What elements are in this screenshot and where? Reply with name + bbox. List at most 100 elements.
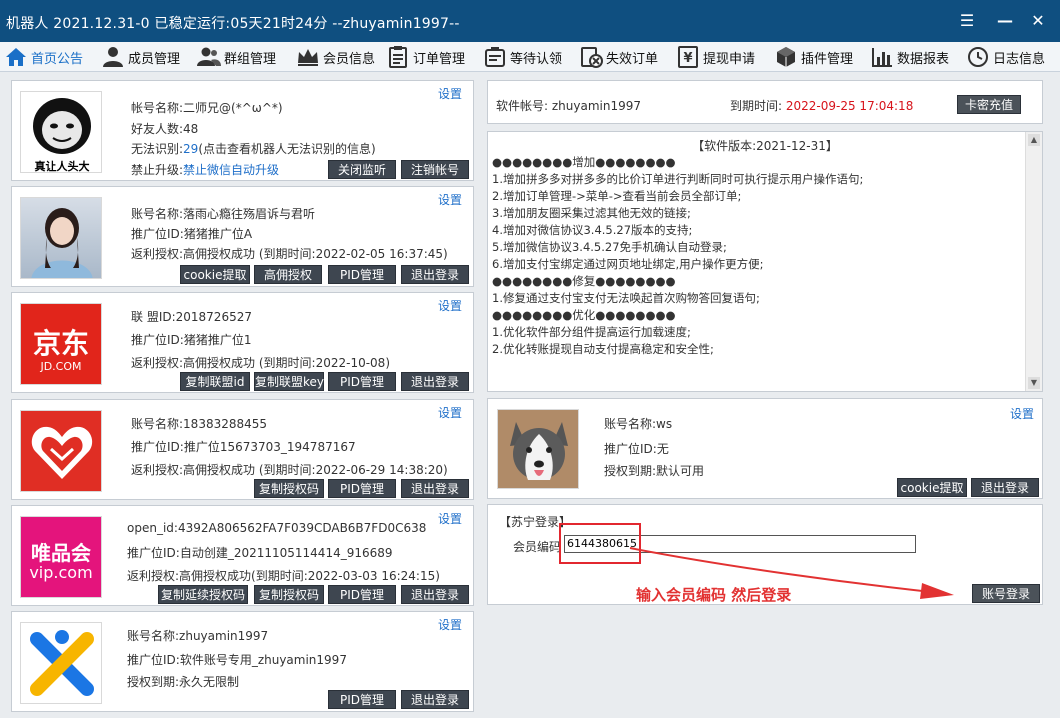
- jd-rebate-status: 返利授权:高佣授权成功 (到期时间:2022-10-08): [131, 356, 391, 370]
- taobao-avatar: [20, 197, 102, 279]
- ws-avatar: [497, 409, 579, 489]
- window-title: 机器人 2021.12.31-0 已稳定运行:05天21时24分 --zhuya…: [6, 16, 460, 32]
- unknown-label: 无法识别:: [131, 142, 184, 156]
- log-icon: [968, 47, 988, 67]
- changelog-list: ●●●●●●●●增加●●●●●●●● 1.增加拼多多对拼多多的比价订单进行判断同时…: [488, 154, 1042, 358]
- changelog-line: ●●●●●●●●修复●●●●●●●●: [492, 274, 676, 288]
- changelog-line: 1.修复通过支付宝支付无法唤起首次购物答回复语句;: [492, 291, 760, 305]
- vip-logo: 唯品会 vip.com: [20, 516, 102, 598]
- title-bar: 机器人 2021.12.31-0 已稳定运行:05天21时24分 --zhuya…: [0, 0, 1060, 42]
- logout-button[interactable]: 退出登录: [971, 478, 1039, 497]
- tab-plugins[interactable]: 插件管理: [774, 42, 853, 72]
- logout-button[interactable]: 退出登录: [401, 265, 469, 284]
- account-value: 二师兄@(*^ω^*): [183, 101, 283, 115]
- settings-link[interactable]: 设置: [1010, 405, 1034, 422]
- close-button[interactable]: ✕: [1027, 10, 1049, 32]
- software-logo: [20, 622, 102, 704]
- upgrade-link[interactable]: 禁止微信自动升级: [183, 163, 279, 177]
- scroll-down-icon[interactable]: ▼: [1028, 377, 1040, 389]
- settings-link[interactable]: 设置: [438, 85, 462, 102]
- tab-expired-orders[interactable]: 失效订单: [579, 42, 658, 72]
- settings-link[interactable]: 设置: [438, 297, 462, 314]
- copy-auth-code-button[interactable]: 复制授权码: [254, 479, 324, 498]
- changelog-line: 1.增加拼多多对拼多多的比价订单进行判断同时可执行提示用户操作语句;: [492, 172, 864, 186]
- jd-account-card: 设置 京东 JD.COM 联 盟ID:2018726527 推广位ID:猪猪推广…: [11, 292, 474, 393]
- tab-reports[interactable]: 数据报表: [870, 42, 949, 72]
- svg-text:¥: ¥: [683, 51, 692, 66]
- cookie-extract-button[interactable]: cookie提取: [180, 265, 250, 284]
- main-nav: 首页公告 成员管理 群组管理 会员信息 订单管理 等待认领 失效订单 ¥ 提现申…: [0, 42, 1060, 72]
- settings-link[interactable]: 设置: [438, 404, 462, 421]
- tab-withdraw-requests[interactable]: ¥ 提现申请: [676, 42, 755, 72]
- settings-link[interactable]: 设置: [438, 510, 462, 527]
- tab-orders[interactable]: 订单管理: [386, 42, 465, 72]
- copy-union-key-button[interactable]: 复制联盟key: [254, 372, 324, 391]
- taobao-account-card: 设置 账号名称:落雨心瘾往殇眉诉与君听 推广位ID:猪猪推广位A 返利授权:高佣…: [11, 186, 474, 287]
- unknown-note: (点击查看机器人无法识别的信息): [198, 142, 376, 156]
- copy-auth-code-button[interactable]: 复制授权码: [254, 585, 324, 604]
- tab-pending-claims[interactable]: 等待认领: [483, 42, 562, 72]
- pid-manage-button[interactable]: PID管理: [328, 585, 396, 604]
- taobao-promo-id: 推广位ID:猪猪推广位A: [131, 227, 253, 241]
- pid-manage-button[interactable]: PID管理: [328, 479, 396, 498]
- tab-members[interactable]: 成员管理: [101, 42, 180, 72]
- settings-link[interactable]: 设置: [438, 191, 462, 208]
- crown-icon: [298, 49, 318, 66]
- list-icon: [389, 46, 407, 68]
- changelog-scrollbar[interactable]: ▲ ▼: [1025, 132, 1042, 391]
- software-account-card: 设置 账号名称:zhuyamin1997 推广位ID:软件账号专用_zhuyam…: [11, 611, 474, 712]
- pid-manage-button[interactable]: PID管理: [328, 372, 396, 391]
- vip-account-card: 设置 唯品会 vip.com open_id:4392A806562FA7F03…: [11, 505, 474, 606]
- changelog-line: 3.增加朋友圈采集过滤其他无效的链接;: [492, 206, 691, 220]
- ws-account-name: 账号名称:ws: [604, 417, 673, 431]
- settings-link[interactable]: 设置: [438, 616, 462, 633]
- account-login-button[interactable]: 账号登录: [972, 584, 1040, 603]
- expire-value: 2022-09-25 17:04:18: [785, 99, 914, 113]
- logout-button[interactable]: 退出登录: [401, 479, 469, 498]
- copy-renewal-code-button[interactable]: 复制延续授权码: [158, 585, 248, 604]
- changelog-line: 6.增加支付宝绑定通过网页地址绑定,用户操作更方便;: [492, 257, 764, 271]
- vip-promo-id: 推广位ID:自动创建_20211105114414_916689: [127, 546, 393, 560]
- software-promo-id: 推广位ID:软件账号专用_zhuyamin1997: [127, 653, 347, 667]
- pdd-account-card: 设置 账号名称:18383288455 推广位ID:推广位15673703_19…: [11, 399, 474, 500]
- changelog-line: 4.增加对微信协议3.4.5.27版本的支持;: [492, 223, 693, 237]
- recharge-button[interactable]: 卡密充值: [957, 95, 1021, 114]
- changelog-line: 2.增加订单管理->菜单->查看当前会员全部订单;: [492, 189, 742, 203]
- menu-icon[interactable]: ☰: [956, 10, 978, 32]
- pid-manage-button[interactable]: PID管理: [328, 265, 396, 284]
- tab-home[interactable]: 首页公告: [4, 42, 83, 72]
- tab-vip-info[interactable]: 会员信息: [296, 42, 375, 72]
- tab-logs[interactable]: 日志信息: [966, 42, 1045, 72]
- member-code-label: 会员编码: [513, 540, 562, 554]
- upgrade-label: 禁止升级:: [131, 163, 184, 177]
- tab-groups[interactable]: 群组管理: [197, 42, 276, 72]
- software-expiry: 授权到期:永久无限制: [127, 675, 240, 689]
- scroll-up-icon[interactable]: ▲: [1028, 134, 1040, 146]
- vip-logo-domain: vip.com: [29, 563, 93, 582]
- logout-button[interactable]: 退出登录: [401, 372, 469, 391]
- changelog-line: 1.优化软件部分组件提高运行加载速度;: [492, 325, 691, 339]
- logout-button[interactable]: 退出登录: [401, 585, 469, 604]
- friends-count: 48: [183, 122, 199, 136]
- changelog-header: 【软件版本:2021-12-31】: [692, 139, 838, 153]
- logout-button[interactable]: 退出登录: [401, 690, 469, 709]
- ws-expiry: 授权到期:默认可用: [604, 464, 705, 478]
- minimize-button[interactable]: —: [994, 10, 1016, 32]
- high-commission-auth-button[interactable]: 高佣授权: [254, 265, 322, 284]
- changelog-line: ●●●●●●●●增加●●●●●●●●: [492, 155, 676, 169]
- logout-account-button[interactable]: 注销帐号: [401, 160, 469, 179]
- unknown-count-link[interactable]: 29: [183, 142, 198, 156]
- user-icon: [103, 47, 123, 67]
- jd-promo-id: 推广位ID:猪猪推广位1: [131, 333, 252, 347]
- cookie-extract-button[interactable]: cookie提取: [897, 478, 967, 497]
- vip-logo-text: 唯品会: [31, 541, 91, 565]
- ws-account-card: 设置 账号名称:ws 推广位ID:无 授权到期:默认可用 cookie提取 退出…: [487, 398, 1043, 499]
- chart-icon: [872, 48, 892, 67]
- home-icon: [6, 48, 26, 66]
- vip-open-id: open_id:4392A806562FA7F039CDAB6B7FD0C638: [127, 521, 427, 535]
- copy-union-id-button[interactable]: 复制联盟id: [180, 372, 250, 391]
- main-area: 设置 真让人头大 帐号名称:二师兄@(*^ω^*) 好友人数:48 无法识别:2…: [0, 72, 1060, 718]
- vip-rebate-status: 返利授权:高佣授权成功(到期时间:2022-03-03 16:24:15): [127, 569, 440, 583]
- stop-monitor-button[interactable]: 关闭监听: [328, 160, 396, 179]
- pid-manage-button[interactable]: PID管理: [328, 690, 396, 709]
